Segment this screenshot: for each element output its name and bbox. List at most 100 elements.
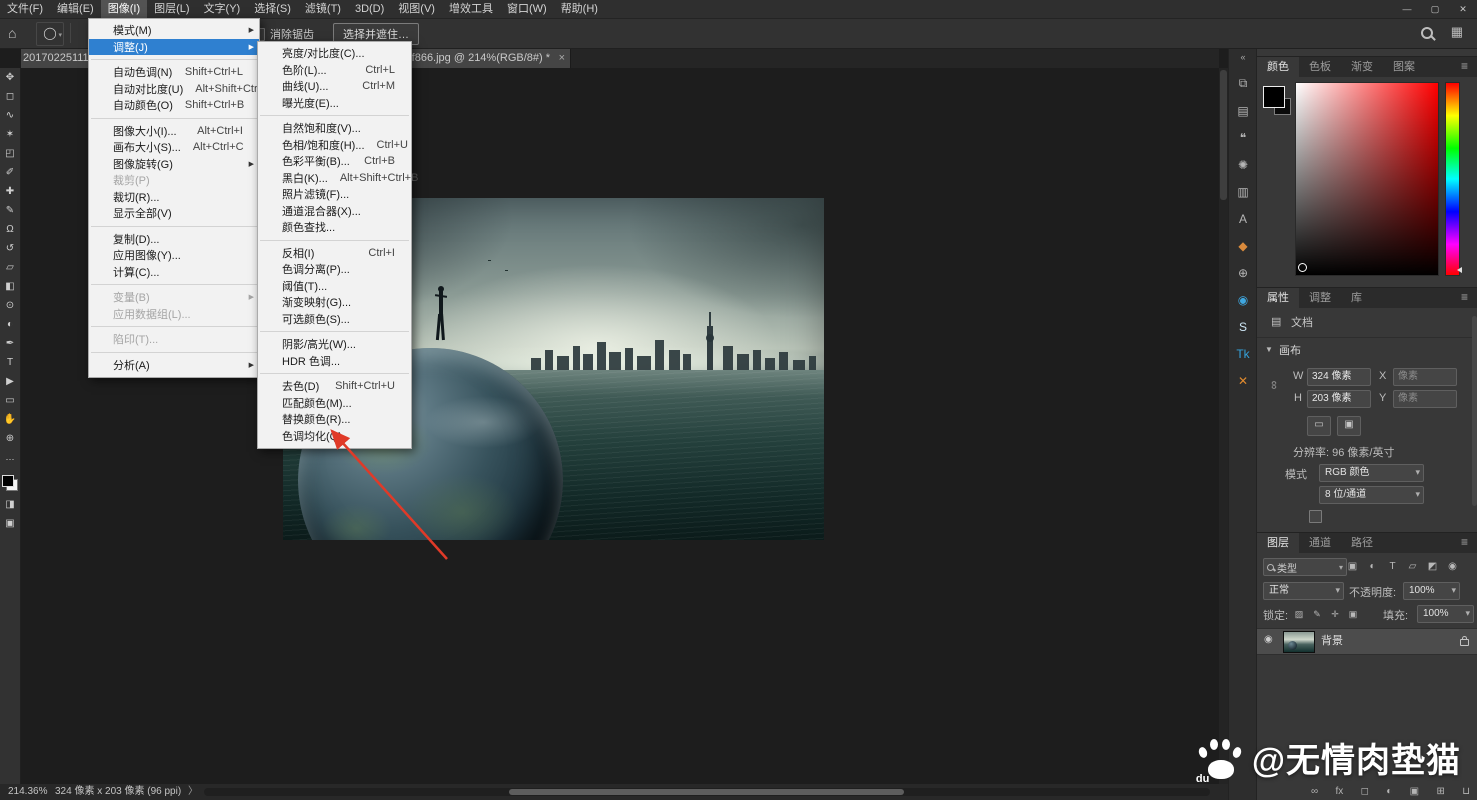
menu-item[interactable]: 应用图像(Y)... [89,247,259,264]
history-panel-icon[interactable]: ⧉ [1231,70,1255,97]
layer-group-icon[interactable]: ▣ [1410,786,1419,797]
lock-transparency-icon[interactable]: ▨ [1293,607,1305,621]
quick-selection-tool[interactable]: ✶ [0,125,20,144]
crop-tool[interactable]: ◰ [0,144,20,163]
menu-item[interactable]: 图像旋转(G) ▶ [89,156,259,173]
menu-item[interactable]: 可选颜色(S)... [258,311,411,328]
horizontal-scrollbar[interactable] [204,788,1210,796]
home-icon[interactable]: ⌂ [8,25,16,41]
fill-select[interactable]: 100% [1417,605,1474,623]
info-panel-icon[interactable]: ◉ [1231,286,1255,313]
menu-item[interactable]: 变量(B) ▶ [89,289,259,306]
move-tool[interactable]: ✥ [0,68,20,87]
canvas-section-header[interactable]: ▼ 画布 [1257,342,1477,358]
menu-item[interactable]: 自动对比度(U) Alt+Shift+Ctrl+L [89,81,259,98]
panel-tab[interactable]: 属性 [1257,288,1299,308]
hand-tool[interactable]: ✋ [0,410,20,429]
menubar-item[interactable]: 图像(I) [101,0,147,18]
filter-type-icon[interactable]: T [1385,558,1400,574]
menu-item[interactable]: 色相/饱和度(H)... Ctrl+U [258,137,411,154]
menu-item[interactable]: 陷印(T)... [89,331,259,348]
menu-item[interactable]: 照片滤镜(F)... [258,186,411,203]
layer-row-background[interactable]: ◉ 背景 [1257,628,1477,655]
panel-tab[interactable]: 渐变 [1341,57,1383,77]
canvas-rotate-button[interactable]: ▭ [1307,416,1331,436]
layer-thumbnail[interactable] [1283,631,1315,653]
height-field[interactable]: 203 像素 [1307,390,1371,408]
menu-item[interactable]: 复制(D)... [89,231,259,248]
clone-stamp-tool[interactable]: Ω [0,220,20,239]
panel-tab[interactable]: 通道 [1299,533,1341,553]
bit-depth-select[interactable]: 8 位/通道 [1319,486,1424,504]
visibility-eye-icon[interactable]: ◉ [1264,634,1273,645]
path-selection-tool[interactable]: ▶ [0,372,20,391]
menu-item[interactable]: 裁切(R)... [89,189,259,206]
menu-item[interactable]: 计算(C)... [89,264,259,281]
menubar-item[interactable]: 滤镜(T) [298,0,348,18]
panel-tab[interactable]: 图层 [1257,533,1299,553]
menu-item[interactable]: 曲线(U)... Ctrl+M [258,78,411,95]
blur-tool[interactable]: ⊙ [0,296,20,315]
y-field[interactable]: 像素 [1393,390,1457,408]
menu-item[interactable]: 通道混合器(X)... [258,203,411,220]
menubar-item[interactable]: 编辑(E) [50,0,101,18]
panel-menu-icon[interactable]: ≡ [1453,56,1476,76]
history-brush-tool[interactable]: ↺ [0,239,20,258]
type-tool[interactable]: T [0,353,20,372]
menu-item[interactable]: 画布大小(S)... Alt+Ctrl+C [89,139,259,156]
blend-mode-select[interactable]: 正常 [1263,582,1344,600]
filter-toggle-icon[interactable]: ◉ [1445,558,1460,574]
layer-effects-icon[interactable]: fx [1335,786,1343,797]
menu-item[interactable]: 曝光度(E)... [258,95,411,112]
menu-item[interactable]: 模式(M) ▶ [89,22,259,39]
width-field[interactable]: 324 像素 [1307,368,1371,386]
menu-item[interactable]: 阴影/高光(W)... [258,336,411,353]
lock-position-icon[interactable]: ✛ [1329,607,1341,621]
menu-item[interactable]: 自动色调(N) Shift+Ctrl+L [89,64,259,81]
menubar-item[interactable]: 增效工具 [442,0,500,18]
rectangle-tool[interactable]: ▭ [0,391,20,410]
menu-item[interactable]: 黑白(K)... Alt+Shift+Ctrl+B [258,170,411,187]
panel-menu-icon[interactable]: ≡ [1453,532,1476,552]
search-icon[interactable] [1421,27,1433,39]
lasso-tool[interactable]: ∿ [0,106,20,125]
menu-item[interactable]: 自然饱和度(V)... [258,120,411,137]
link-layers-icon[interactable]: ∞ [1311,786,1318,797]
menu-item[interactable]: 亮度/对比度(C)... [258,45,411,62]
color-mode-select[interactable]: RGB 颜色 [1319,464,1424,482]
menu-item[interactable]: 裁剪(P) [89,172,259,189]
panel-tab[interactable]: 色板 [1299,57,1341,77]
expand-panels-icon[interactable]: « [1240,52,1245,62]
menu-item[interactable]: 色调分离(P)... [258,261,411,278]
menubar-item[interactable]: 文字(Y) [197,0,248,18]
pen-tool[interactable]: ✒ [0,334,20,353]
menu-item[interactable]: 阈值(T)... [258,278,411,295]
quick-mask-icon[interactable]: ◨ [5,499,14,510]
menu-item[interactable]: 分析(A) ▶ [89,357,259,374]
saturation-brightness-picker[interactable] [1295,82,1439,276]
gradient-tool[interactable]: ◧ [0,277,20,296]
link-dimensions-icon[interactable]: ∞ [1267,381,1281,390]
foreground-background-colors[interactable] [2,475,18,491]
menubar-item[interactable]: 帮助(H) [554,0,605,18]
menubar-item[interactable]: 视图(V) [391,0,442,18]
histogram-panel-icon[interactable]: ▥ [1231,178,1255,205]
menu-item[interactable]: 调整(J) ▶ [89,39,259,56]
healing-brush-tool[interactable]: ✚ [0,182,20,201]
screen-mode-icon[interactable]: ▣ [5,518,14,529]
panel-tab[interactable]: 颜色 [1257,57,1299,77]
menu-item[interactable]: 应用数据组(L)... [89,306,259,323]
panel-tab[interactable]: 调整 [1299,288,1341,308]
panel-tab[interactable]: 图案 [1383,57,1425,77]
menubar-item[interactable]: 窗口(W) [500,0,554,18]
canvas-vertical-scrollbar[interactable] [1219,68,1228,784]
properties-scrollbar[interactable] [1472,316,1477,506]
panel-tab[interactable]: 库 [1341,288,1372,308]
menu-item[interactable]: 颜色查找... [258,219,411,236]
color-picker-marker[interactable] [1298,263,1307,272]
menu-item[interactable]: 反相(I) Ctrl+I [258,245,411,262]
menu-item[interactable]: 渐变映射(G)... [258,294,411,311]
close-icon[interactable]: × [559,48,565,68]
libraries-panel-icon[interactable]: ▤ [1231,97,1255,124]
lock-artboard-icon[interactable]: ▣ [1347,607,1359,621]
